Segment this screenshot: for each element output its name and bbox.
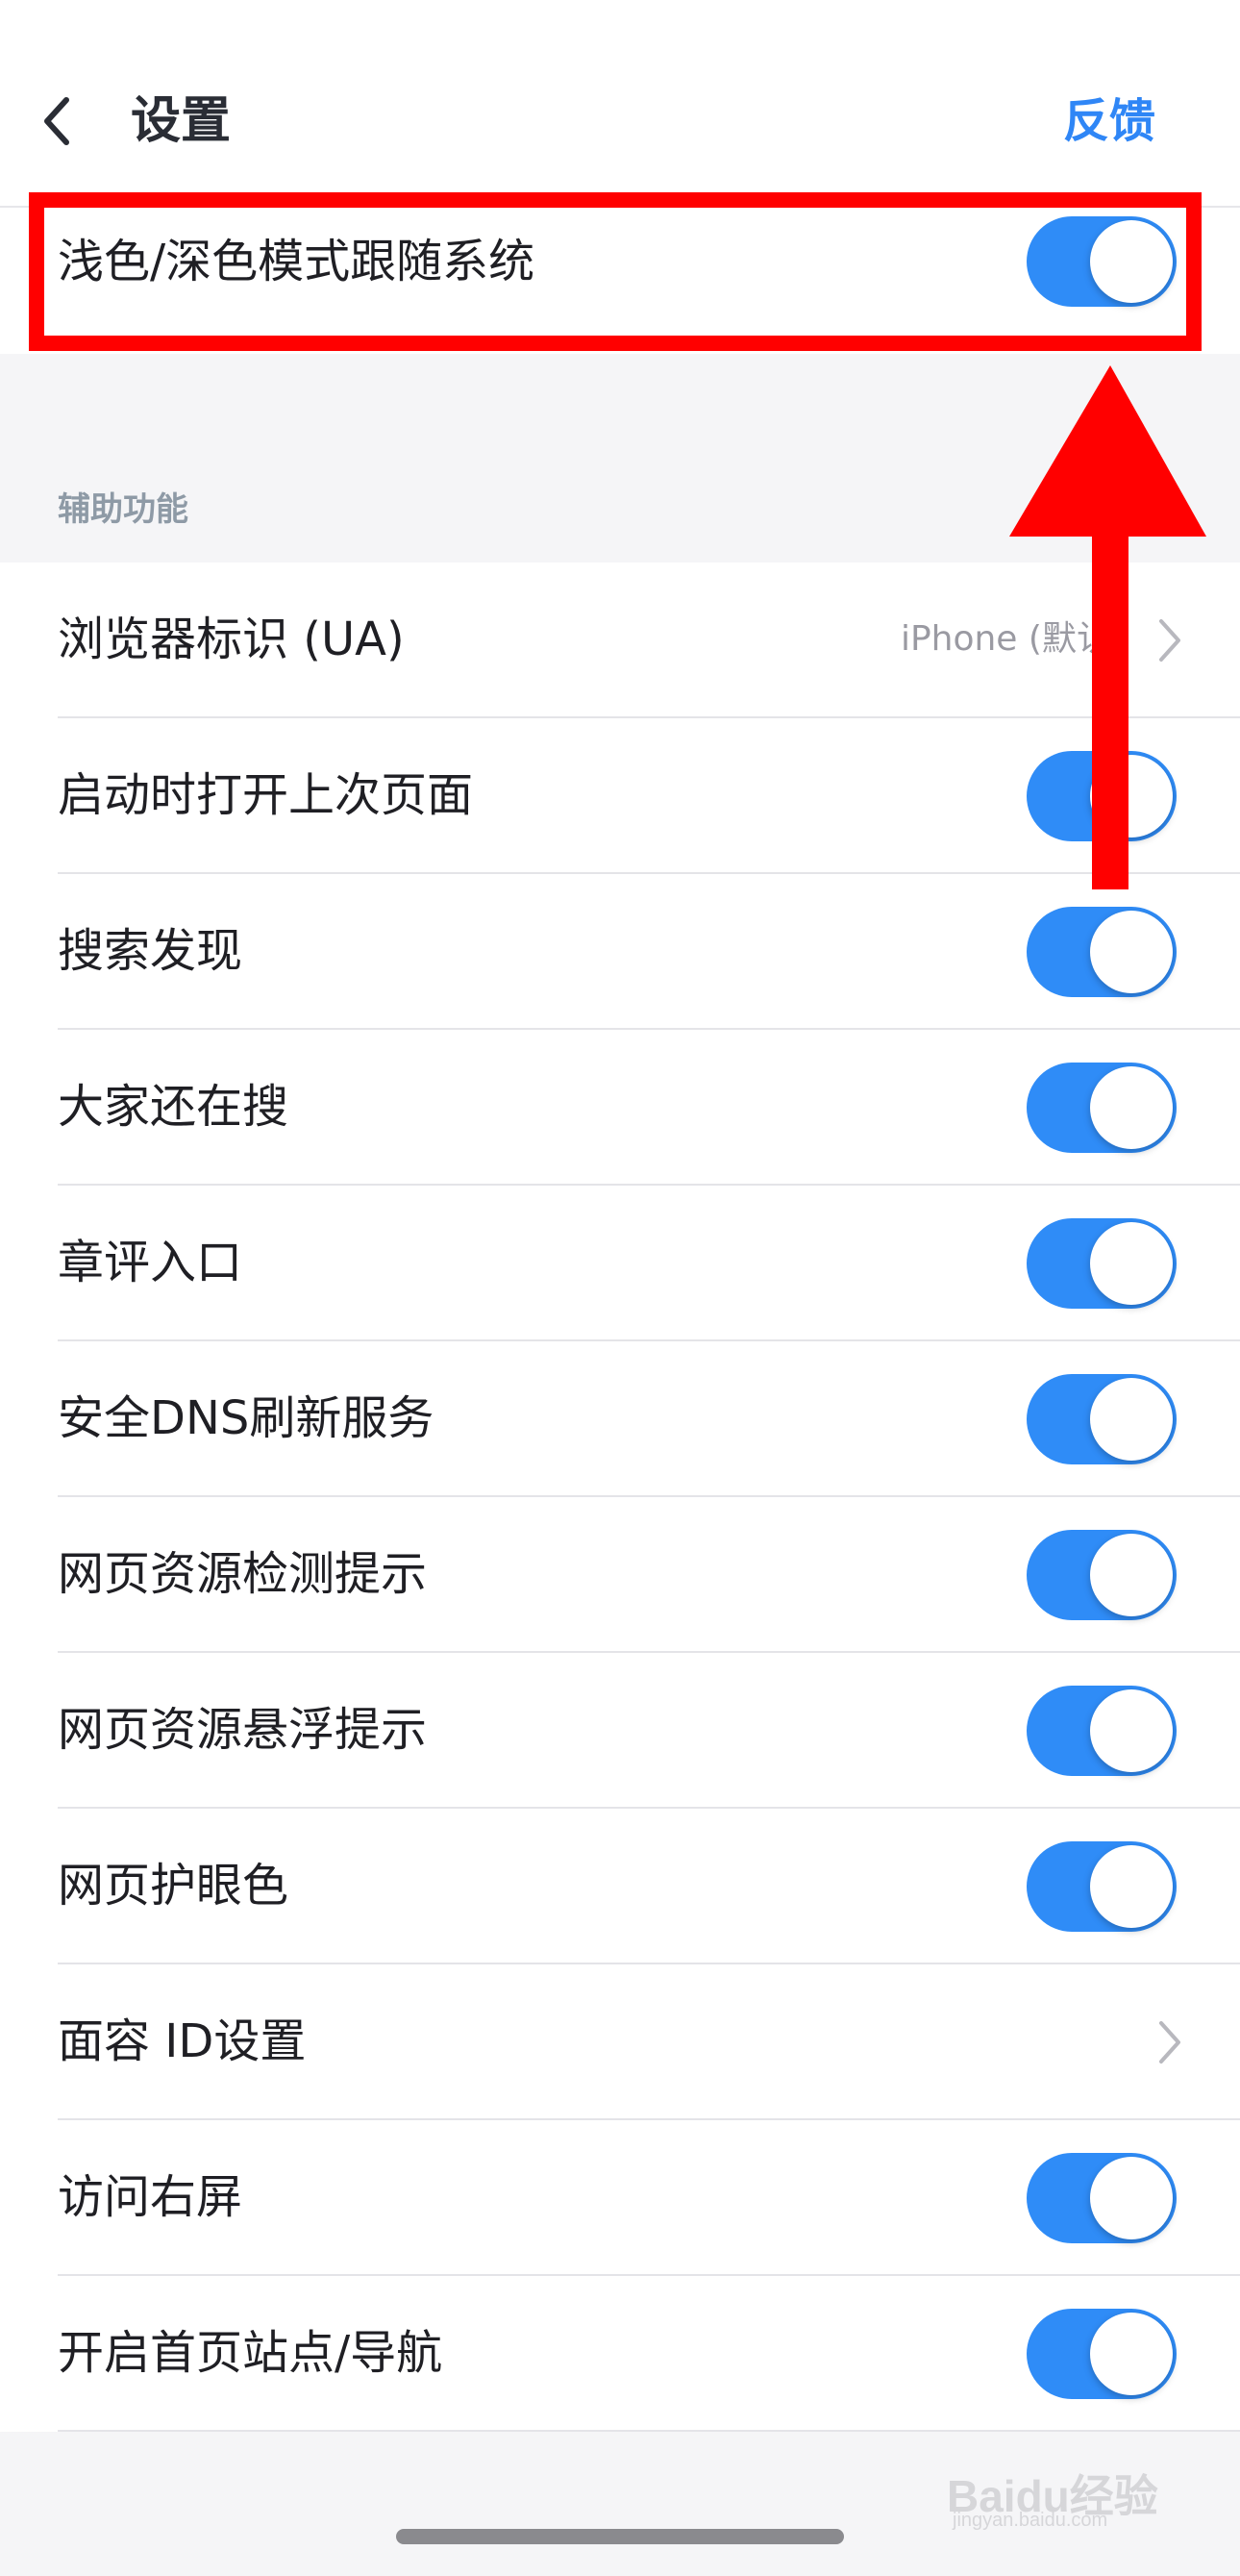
chevron-right-icon [1159, 619, 1180, 662]
setting-row-secure-dns[interactable]: 安全DNS刷新服务 [0, 1341, 1240, 1497]
dark-mode-toggle[interactable] [1027, 216, 1177, 307]
setting-label: 访问右屏 [58, 2170, 243, 2224]
resource-detect-toggle[interactable] [1027, 1530, 1177, 1620]
setting-label: 启动时打开上次页面 [58, 768, 474, 822]
toggle-knob [1090, 1222, 1173, 1305]
ua-value: iPhone (默认) [900, 619, 1125, 659]
section-title: 辅助功能 [58, 490, 188, 529]
home-indicator[interactable] [396, 2529, 844, 2544]
divider [58, 2430, 1240, 2432]
chevron-left-icon [44, 97, 69, 145]
setting-label: 安全DNS刷新服务 [58, 1391, 434, 1445]
setting-label: 搜索发现 [58, 924, 243, 978]
restore-last-page-toggle[interactable] [1027, 751, 1177, 841]
toggle-knob [1090, 1534, 1173, 1616]
back-button[interactable] [29, 85, 83, 158]
toggle-knob [1090, 1845, 1173, 1928]
setting-row-face-id[interactable]: 面容 ID设置 [0, 1964, 1240, 2120]
setting-label: 章评入口 [58, 1236, 243, 1289]
setting-row-restore-last-page[interactable]: 启动时打开上次页面 [0, 718, 1240, 874]
setting-row-resource-detect[interactable]: 网页资源检测提示 [0, 1497, 1240, 1653]
toggle-knob [1090, 1066, 1173, 1149]
toggle-knob [1090, 1689, 1173, 1772]
chevron-right-icon [1159, 2021, 1180, 2063]
setting-row-resource-float[interactable]: 网页资源悬浮提示 [0, 1653, 1240, 1809]
setting-label: 浅色/深色模式跟随系统 [58, 235, 535, 288]
eye-care-toggle[interactable] [1027, 1841, 1177, 1932]
setting-row-search-discovery[interactable]: 搜索发现 [0, 874, 1240, 1030]
page-title: 设置 [131, 92, 232, 150]
right-screen-toggle[interactable] [1027, 2153, 1177, 2243]
nav-bar: 设置 反馈 [0, 0, 1240, 208]
resource-float-toggle[interactable] [1027, 1686, 1177, 1776]
setting-row-eye-care[interactable]: 网页护眼色 [0, 1809, 1240, 1964]
toggle-knob [1090, 2313, 1173, 2395]
toggle-knob [1090, 220, 1173, 303]
setting-row-dark-mode[interactable]: 浅色/深色模式跟随系统 [0, 208, 1240, 354]
secure-dns-toggle[interactable] [1027, 1374, 1177, 1464]
setting-row-trending-searches[interactable]: 大家还在搜 [0, 1030, 1240, 1186]
home-nav-toggle[interactable] [1027, 2309, 1177, 2399]
setting-label: 开启首页站点/导航 [58, 2326, 443, 2380]
setting-label: 大家还在搜 [58, 1080, 289, 1134]
watermark-subtext: jingyan.baidu.com [953, 2510, 1108, 2531]
trending-searches-toggle[interactable] [1027, 1063, 1177, 1153]
setting-label: 网页护眼色 [58, 1859, 289, 1913]
appearance-section: 浅色/深色模式跟随系统 [0, 208, 1240, 354]
toggle-knob [1090, 755, 1173, 838]
toggle-knob [1090, 911, 1173, 993]
search-discovery-toggle[interactable] [1027, 907, 1177, 997]
settings-list: 浏览器标识 (UA) iPhone (默认) 启动时打开上次页面 搜索发现 大家… [0, 563, 1240, 2432]
setting-row-home-nav[interactable]: 开启首页站点/导航 [0, 2276, 1240, 2432]
chapter-comments-toggle[interactable] [1027, 1218, 1177, 1309]
watermark-logo: Baidu经验 jingyan.baidu.com [947, 2442, 1187, 2531]
setting-label: 网页资源检测提示 [58, 1547, 428, 1601]
setting-label: 浏览器标识 (UA) [58, 613, 405, 666]
setting-row-ua[interactable]: 浏览器标识 (UA) iPhone (默认) [0, 563, 1240, 718]
setting-label: 网页资源悬浮提示 [58, 1703, 428, 1757]
setting-row-right-screen[interactable]: 访问右屏 [0, 2120, 1240, 2276]
feedback-button[interactable]: 反馈 [1063, 85, 1155, 158]
toggle-knob [1090, 2157, 1173, 2239]
setting-label: 面容 ID设置 [58, 2014, 307, 2068]
setting-row-chapter-comments[interactable]: 章评入口 [0, 1186, 1240, 1341]
toggle-knob [1090, 1378, 1173, 1461]
